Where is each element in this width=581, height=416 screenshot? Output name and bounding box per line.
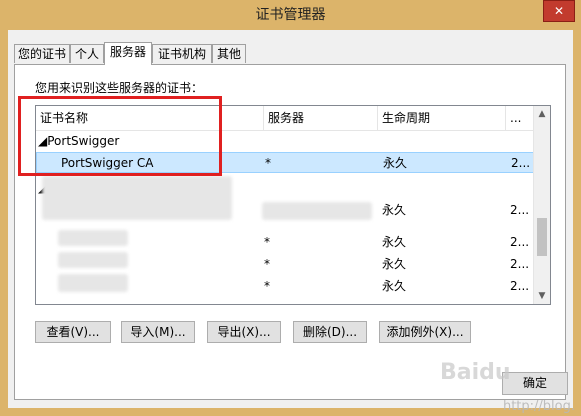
column-header-lifetime[interactable]: 生命周期 bbox=[378, 106, 506, 130]
tree-group-row[interactable]: ◢PortSwigger bbox=[36, 131, 536, 152]
cert-lifetime-cell: 永久 bbox=[382, 235, 407, 249]
view-button[interactable]: 查看(V)... bbox=[35, 321, 111, 343]
scroll-up-icon[interactable]: ▲ bbox=[534, 106, 550, 122]
cert-server-cell: * bbox=[264, 257, 270, 271]
window-title: 证书管理器 bbox=[255, 7, 326, 23]
column-header-server[interactable]: 服务器 bbox=[264, 106, 378, 130]
vertical-scrollbar[interactable]: ▲ ▼ bbox=[533, 106, 550, 304]
group-label: ◢PortSwigger bbox=[38, 134, 120, 148]
ok-button[interactable]: 确定 bbox=[502, 372, 568, 395]
import-button[interactable]: 导入(M)... bbox=[121, 321, 195, 343]
export-button[interactable]: 导出(X)... bbox=[207, 321, 281, 343]
cert-server-cell: * bbox=[264, 279, 270, 293]
cert-lifetime-cell: 永久 bbox=[382, 203, 407, 217]
cert-lifetime-cell: 永久 bbox=[382, 279, 407, 293]
certificate-manager-window: 证书管理器 ✕ 您的证书 个人 服务器 证书机构 其他 您用来识别这些服务器的证… bbox=[0, 0, 581, 416]
column-header-name[interactable]: 证书名称 bbox=[36, 106, 264, 130]
tab-authorities[interactable]: 证书机构 bbox=[152, 44, 212, 63]
redacted-area bbox=[58, 274, 128, 292]
tab-personal[interactable]: 个人 bbox=[70, 44, 104, 63]
column-header-more[interactable]: ... bbox=[506, 106, 536, 130]
cert-extra-cell: 2... bbox=[510, 203, 530, 217]
redacted-area bbox=[58, 252, 128, 268]
table-row[interactable]: PortSwigger CA * 永久 2... bbox=[36, 152, 536, 173]
tree-header: 证书名称 服务器 生命周期 ... bbox=[36, 106, 536, 131]
cert-server-cell: * bbox=[264, 235, 270, 249]
servers-tab-panel: 您用来识别这些服务器的证书： 证书名称 服务器 生命周期 ... ☷ ◢Port… bbox=[14, 64, 566, 400]
add-exception-button[interactable]: 添加例外(X)... bbox=[379, 321, 471, 343]
dialog-client: 您的证书 个人 服务器 证书机构 其他 您用来识别这些服务器的证书： 证书名称 … bbox=[8, 30, 573, 408]
tab-others[interactable]: 其他 bbox=[212, 44, 246, 63]
certificate-tree[interactable]: 证书名称 服务器 生命周期 ... ☷ ◢PortSwigger PortSwi… bbox=[35, 105, 551, 305]
redacted-area bbox=[42, 176, 232, 220]
delete-button[interactable]: 删除(D)... bbox=[293, 321, 367, 343]
cert-extra-cell: 2... bbox=[511, 156, 531, 170]
tab-your-certs[interactable]: 您的证书 bbox=[14, 44, 70, 63]
cert-server-cell: * bbox=[265, 156, 271, 170]
redacted-area bbox=[58, 230, 128, 246]
scroll-thumb[interactable] bbox=[537, 218, 547, 256]
cert-extra-cell: 2... bbox=[510, 279, 530, 293]
cert-lifetime-cell: 永久 bbox=[383, 156, 408, 170]
panel-description: 您用来识别这些服务器的证书： bbox=[35, 81, 204, 95]
scroll-down-icon[interactable]: ▼ bbox=[534, 288, 550, 304]
collapse-triangle-icon[interactable]: ◢ bbox=[38, 134, 47, 148]
close-button[interactable]: ✕ bbox=[543, 0, 575, 22]
cert-extra-cell: 2... bbox=[510, 235, 530, 249]
cert-name-cell: PortSwigger CA bbox=[61, 156, 154, 170]
cert-lifetime-cell: 永久 bbox=[382, 257, 407, 271]
redacted-area bbox=[262, 202, 372, 220]
close-icon: ✕ bbox=[553, 4, 565, 18]
title-bar[interactable]: 证书管理器 ✕ bbox=[0, 0, 581, 30]
tab-servers[interactable]: 服务器 bbox=[104, 42, 152, 65]
cert-extra-cell: 2... bbox=[510, 257, 530, 271]
